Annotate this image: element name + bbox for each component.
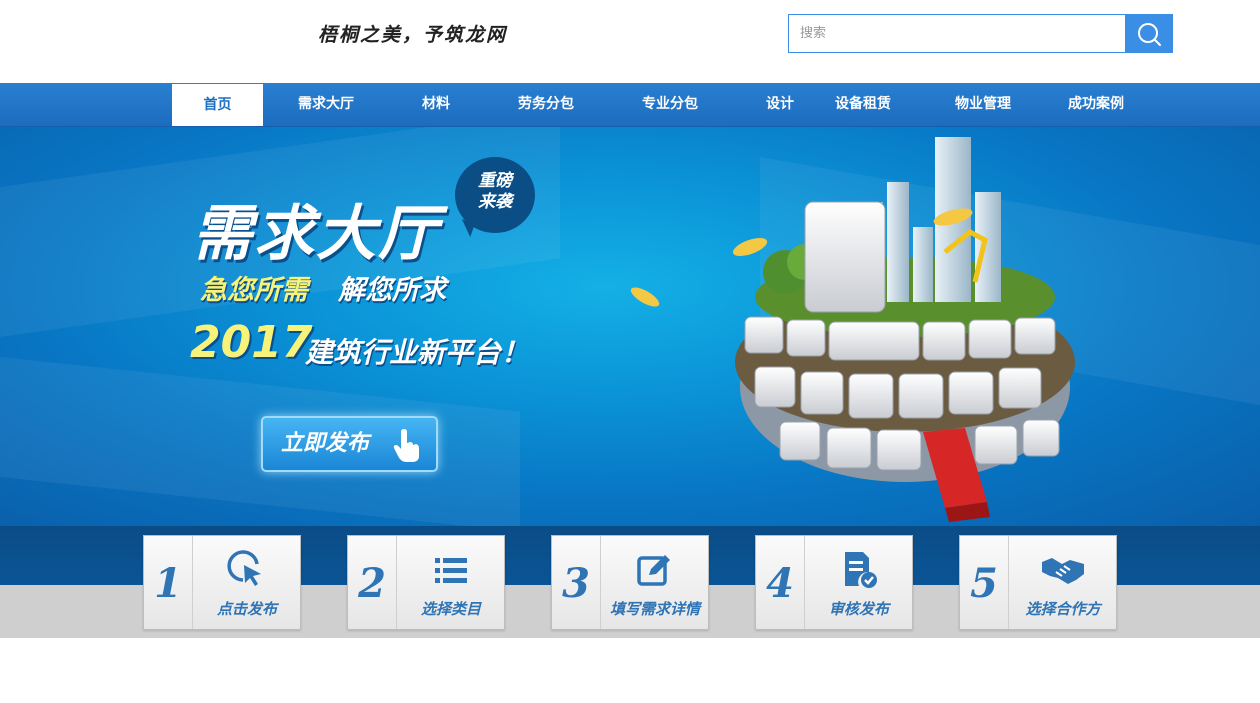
banner-title: 需求大厅 bbox=[192, 199, 440, 269]
step-label: 填写需求详情 bbox=[609, 600, 700, 618]
city-keyboard-illustration bbox=[630, 137, 1075, 522]
nav-item-home[interactable]: 首页 bbox=[172, 84, 263, 126]
banner-year: 2017 bbox=[190, 317, 313, 368]
step-3-fill-details[interactable]: 3 填写需求详情 bbox=[551, 535, 709, 630]
banner-slogan-1: 急您所需 bbox=[200, 275, 308, 306]
nav-item-professional-subcontract[interactable]: 专业分包 bbox=[624, 83, 716, 126]
step-number: 4 bbox=[756, 536, 805, 629]
nav-item-equipment-rental[interactable]: 设备租赁 bbox=[818, 83, 908, 126]
nav-item-property-management[interactable]: 物业管理 bbox=[938, 83, 1028, 126]
badge-line-1: 重磅 bbox=[478, 171, 512, 191]
list-icon bbox=[435, 558, 467, 583]
document-check-icon bbox=[845, 552, 877, 588]
search-button[interactable] bbox=[1125, 14, 1173, 53]
step-number: 3 bbox=[552, 536, 601, 629]
search-input[interactable] bbox=[788, 14, 1125, 53]
step-5-choose-partner[interactable]: 5 选择合作方 bbox=[959, 535, 1117, 630]
banner-badge: 重磅 来袭 bbox=[455, 157, 535, 233]
publish-now-button[interactable]: 立即发布 bbox=[261, 416, 438, 472]
nav-item-design[interactable]: 设计 bbox=[750, 83, 810, 126]
badge-line-2: 来袭 bbox=[478, 192, 512, 212]
main-nav: 首页 需求大厅 材料 劳务分包 专业分包 设计 设备租赁 物业管理 成功案例 bbox=[0, 83, 1260, 127]
banner-ray bbox=[0, 357, 520, 526]
handshake-icon bbox=[1042, 558, 1084, 584]
step-label: 点击发布 bbox=[216, 600, 277, 618]
nav-item-success-cases[interactable]: 成功案例 bbox=[1051, 83, 1141, 126]
site-slogan: 梧桐之美，予筑龙网 bbox=[318, 24, 508, 46]
search-box bbox=[788, 14, 1173, 53]
step-1-click-publish[interactable]: 1 点击发布 bbox=[143, 535, 301, 630]
cursor-click-icon bbox=[227, 550, 261, 586]
step-4-review-publish[interactable]: 4 审核发布 bbox=[755, 535, 913, 630]
search-icon bbox=[1138, 22, 1161, 46]
header: 梧桐之美，予筑龙网 bbox=[0, 0, 1260, 83]
publish-now-label: 立即发布 bbox=[281, 431, 370, 456]
step-number: 1 bbox=[144, 536, 193, 629]
nav-item-labor-subcontract[interactable]: 劳务分包 bbox=[500, 83, 592, 126]
edit-icon bbox=[637, 555, 670, 586]
nav-item-demand-hall[interactable]: 需求大厅 bbox=[280, 83, 372, 126]
banner-platform: 建筑行业新平台！ bbox=[305, 336, 530, 369]
step-number: 5 bbox=[960, 536, 1009, 629]
step-label: 选择合作方 bbox=[1025, 600, 1101, 618]
banner-slogan-2: 解您所求 bbox=[338, 275, 446, 306]
step-2-select-category[interactable]: 2 选择类目 bbox=[347, 535, 505, 630]
step-label: 审核发布 bbox=[828, 600, 889, 618]
step-number: 2 bbox=[348, 536, 397, 629]
pointing-hand-icon bbox=[393, 429, 419, 462]
step-label: 选择类目 bbox=[420, 600, 481, 618]
nav-item-materials[interactable]: 材料 bbox=[400, 83, 472, 126]
hero-banner[interactable]: 需求大厅 重磅 来袭 急您所需 解您所求 2017 建筑行业新平台！ 立即发布 bbox=[0, 127, 1260, 526]
